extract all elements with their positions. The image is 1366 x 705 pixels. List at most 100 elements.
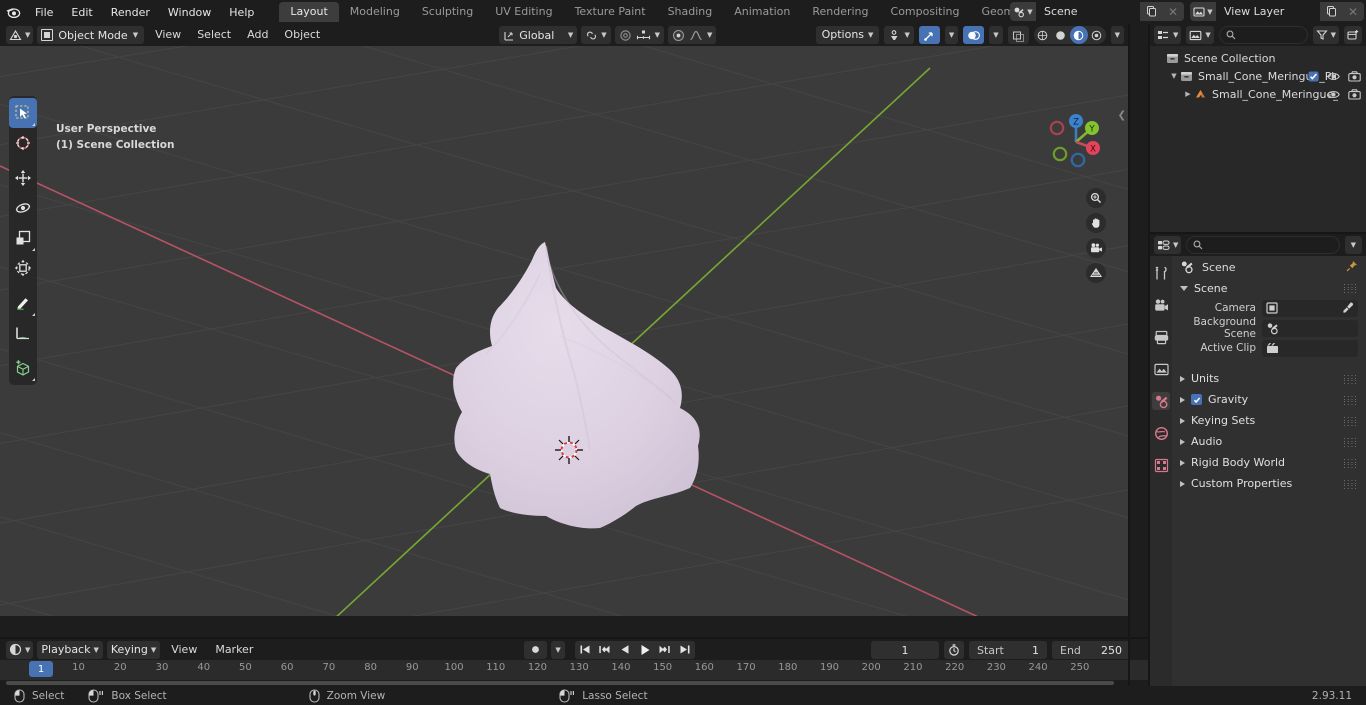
next-keyframe-icon[interactable] <box>655 641 675 659</box>
menu-help[interactable]: Help <box>220 3 263 22</box>
xray-toggle[interactable] <box>1007 26 1029 44</box>
transform-orientation-select[interactable]: Global ▼ <box>499 26 578 44</box>
auto-keying-toggle[interactable] <box>524 640 548 659</box>
timeline-keying-menu[interactable]: Keying ▼ <box>106 640 161 659</box>
proportional-editing-group[interactable]: ▼ <box>614 26 665 44</box>
timeline-view-menu[interactable]: View <box>164 641 204 659</box>
workspace-tab-rendering[interactable]: Rendering <box>801 2 879 22</box>
timeline-playhead[interactable]: 1 <box>29 661 53 677</box>
options-button[interactable]: Options ▼ <box>815 26 880 44</box>
scene-name-field[interactable]: Scene <box>1036 2 1140 21</box>
tab-render[interactable] <box>1152 296 1170 314</box>
timeline-marker-menu[interactable]: Marker <box>208 641 260 659</box>
timeline-ruler[interactable]: 10 20 30 40 50 60 70 80 90 100 110 120 130 140 150 160 1… <box>0 660 1150 680</box>
editor-divider-vertical-2[interactable] <box>1148 24 1150 686</box>
pin-icon[interactable] <box>1346 260 1358 275</box>
tab-output[interactable] <box>1152 328 1170 346</box>
checkbox-enabled[interactable] <box>1191 394 1202 405</box>
tab-world[interactable] <box>1152 424 1170 442</box>
visibility-selector[interactable]: ▼ <box>884 26 914 44</box>
end-frame-field[interactable]: End 250 <box>1052 641 1130 659</box>
viewport-menu-view[interactable]: View <box>148 26 188 44</box>
add-cube-tool[interactable] <box>9 353 37 383</box>
outliner-search-input[interactable] <box>1218 26 1308 44</box>
panel-custom-properties[interactable]: Custom Properties:::::::: <box>1172 473 1366 494</box>
viewport-canvas[interactable]: User Perspective (1) Scene Collection ❮ … <box>0 46 1128 616</box>
editor-type-selector[interactable]: ▼ <box>6 26 34 44</box>
outliner-filter-button[interactable]: ▼ <box>1312 26 1339 44</box>
navigation-gizmo[interactable]: Z Y X <box>1038 104 1114 180</box>
panel-audio[interactable]: Audio:::::::: <box>1172 431 1366 452</box>
toggle-ortho-tool[interactable] <box>1086 263 1106 283</box>
outliner-display-mode-selector[interactable]: ▼ <box>1186 26 1214 44</box>
play-reverse-icon[interactable] <box>615 641 635 659</box>
annotate-tool[interactable] <box>9 288 37 318</box>
timeline-playback-menu[interactable]: Playback ▼ <box>37 640 103 659</box>
editor-divider-horizontal[interactable] <box>1150 232 1366 234</box>
menu-window[interactable]: Window <box>159 3 220 22</box>
cursor-tool[interactable] <box>9 128 37 158</box>
tweak-select-tool[interactable] <box>9 98 37 128</box>
gizmo-toggle[interactable] <box>918 26 940 44</box>
outliner-new-collection-button[interactable] <box>1344 26 1362 44</box>
zoom-tool[interactable] <box>1086 188 1106 208</box>
view-layer-icon[interactable]: ▼ <box>1190 2 1216 21</box>
move-tool[interactable] <box>9 163 37 193</box>
scene-icon[interactable]: ▼ <box>1010 2 1036 21</box>
camera-icon[interactable] <box>1348 70 1361 82</box>
menu-render[interactable]: Render <box>102 3 159 22</box>
interaction-mode-select[interactable]: Object Mode ▼ <box>37 26 145 44</box>
outliner-editor-type-selector[interactable]: ▼ <box>1154 26 1182 44</box>
workspace-tab-texture-paint[interactable]: Texture Paint <box>564 2 657 22</box>
properties-search-input[interactable] <box>1186 236 1340 254</box>
start-frame-field[interactable]: Start 1 <box>969 641 1047 659</box>
tab-scene[interactable] <box>1152 392 1170 410</box>
scale-tool[interactable] <box>9 223 37 253</box>
new-view-layer-button[interactable] <box>1320 2 1342 21</box>
panel-keying-sets[interactable]: Keying Sets:::::::: <box>1172 410 1366 431</box>
unlink-scene-button[interactable]: ✕ <box>1162 2 1184 21</box>
editor-divider-vertical[interactable] <box>1128 24 1130 686</box>
viewport-menu-object[interactable]: Object <box>277 26 327 44</box>
rendered-shading-button[interactable] <box>1088 26 1106 44</box>
tab-tool[interactable] <box>1152 264 1170 282</box>
timeline-divider[interactable] <box>0 637 1150 639</box>
panel-gravity[interactable]: Gravity:::::::: <box>1172 389 1366 410</box>
measure-tool[interactable] <box>9 318 37 348</box>
outliner-row[interactable]: ▼Small_Cone_Meringue_Pink_C <box>1150 67 1366 85</box>
workspace-tab-shading[interactable]: Shading <box>657 2 724 22</box>
current-frame-field[interactable]: 1 <box>871 641 939 659</box>
tab-texture[interactable] <box>1152 456 1170 474</box>
material-preview-shading-button[interactable] <box>1069 26 1088 44</box>
solid-shading-button[interactable] <box>1052 26 1070 44</box>
panel-units[interactable]: Units:::::::: <box>1172 368 1366 389</box>
viewport-menu-select[interactable]: Select <box>190 26 238 44</box>
checkbox-enabled[interactable] <box>1308 71 1319 82</box>
pan-tool[interactable] <box>1086 213 1106 233</box>
menu-file[interactable]: File <box>26 3 62 22</box>
view-layer-name-field[interactable]: View Layer <box>1216 2 1320 21</box>
properties-editor-type-selector[interactable]: ▼ <box>1154 236 1182 254</box>
use-preview-range-icon[interactable] <box>944 641 964 659</box>
prev-keyframe-icon[interactable] <box>595 641 615 659</box>
eyedropper-icon[interactable] <box>1342 302 1354 314</box>
workspace-tab-layout[interactable]: Layout <box>279 2 339 22</box>
panel-rigid-body-world[interactable]: Rigid Body World:::::::: <box>1172 452 1366 473</box>
camera-icon[interactable] <box>1348 88 1361 100</box>
proportional-falloff-group[interactable]: ▼ <box>668 26 717 44</box>
view-layer-selector[interactable]: ▼ View Layer ✕ <box>1190 2 1364 21</box>
workspace-tab-sculpting[interactable]: Sculpting <box>411 2 484 22</box>
gizmo-dropdown[interactable]: ▼ <box>944 26 959 44</box>
workspace-tab-animation[interactable]: Animation <box>723 2 801 22</box>
property-field-camera[interactable] <box>1262 299 1358 317</box>
property-field-active-clip[interactable] <box>1262 339 1358 357</box>
overlays-toggle[interactable] <box>963 26 985 44</box>
outliner-tree[interactable]: Scene Collection ▼Small_Cone_Meringue_Pin… <box>1150 46 1366 234</box>
menu-edit[interactable]: Edit <box>62 3 101 22</box>
scene-panel-header[interactable]: Scene :::::::: <box>1172 278 1366 298</box>
auto-keying-dropdown[interactable]: ▼ <box>551 640 565 659</box>
property-field-background-scene[interactable] <box>1262 319 1358 337</box>
new-scene-button[interactable] <box>1140 2 1162 21</box>
scene-selector[interactable]: ▼ Scene ✕ <box>1010 2 1184 21</box>
wireframe-shading-button[interactable] <box>1034 26 1052 44</box>
